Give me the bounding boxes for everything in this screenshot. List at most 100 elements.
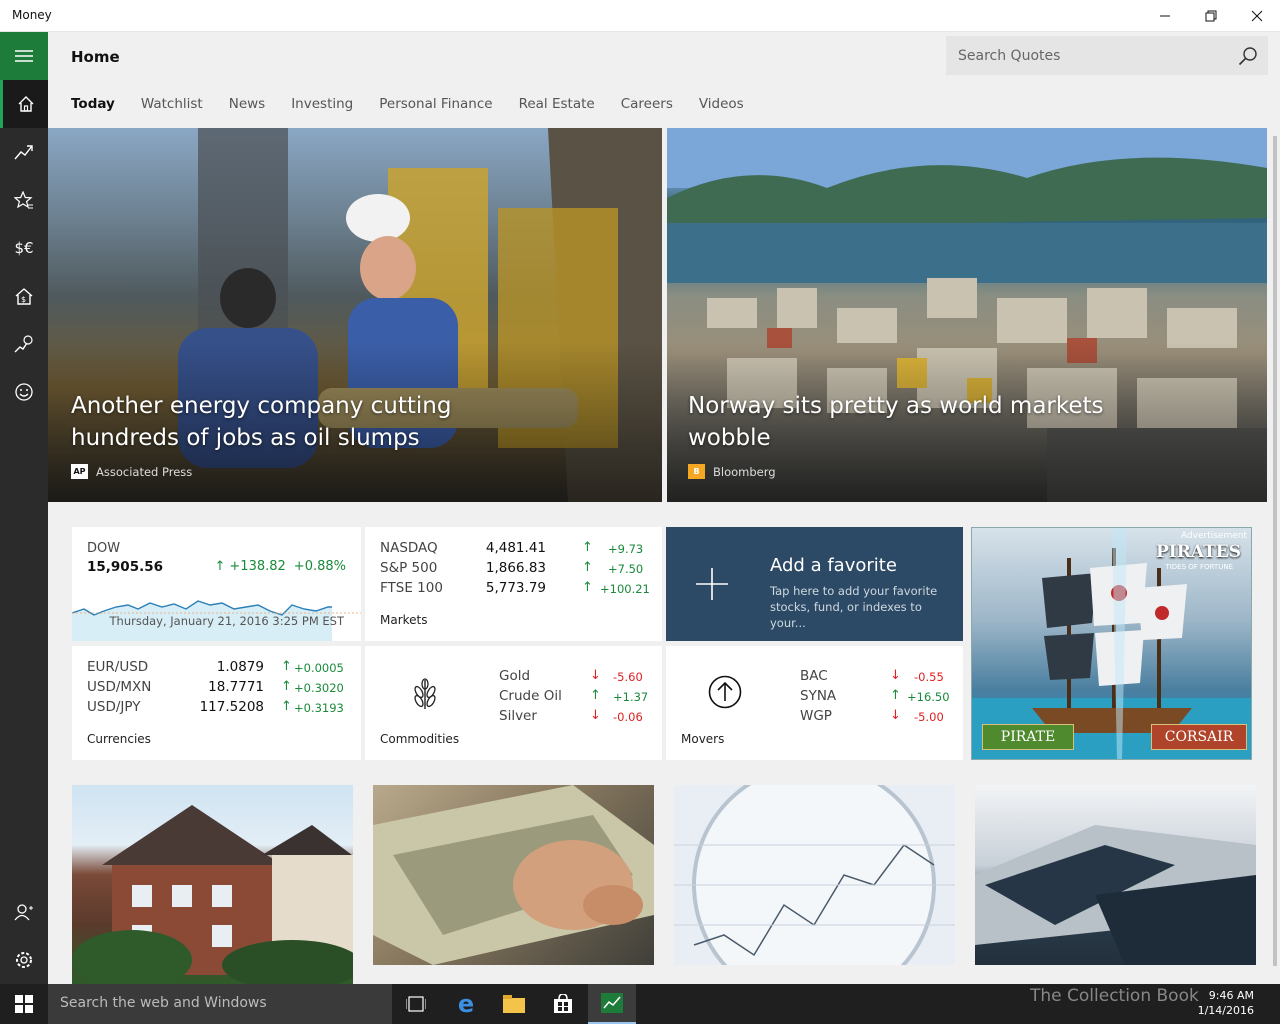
file-explorer-button[interactable] [490,984,538,1024]
arrow-up-icon: ↑ [281,659,292,674]
story-image-dollar-bills [373,785,654,984]
commodity-row[interactable]: Gold ↓ -5.60 [499,668,649,688]
tab-videos[interactable]: Videos [699,96,744,116]
main-content: Home Today Watchlist News Investing Pers… [48,32,1280,984]
hamburger-menu-button[interactable] [0,32,48,80]
currencies-tile[interactable]: EUR/USD 1.0879 ↑ +0.0005 USD/MXN 18.7771… [72,646,361,760]
scrollbar-thumb[interactable] [1273,136,1277,966]
hamburger-icon [15,50,33,62]
search-icon[interactable] [1238,46,1258,70]
hero-headline[interactable]: Another energy company cutting hundreds … [71,390,491,454]
tab-today[interactable]: Today [71,96,115,116]
ad-label: Advertisement [1180,531,1247,541]
story-tile-money[interactable] [373,785,654,984]
sidebar-item-markets[interactable] [0,128,48,176]
task-view-button[interactable] [392,984,440,1024]
story-tile-house[interactable] [72,785,353,984]
page-title: Home [71,48,120,66]
sidebar-item-account[interactable] [0,888,48,936]
money-app-taskbar-button[interactable] [588,984,636,1024]
sidebar-item-feedback[interactable] [0,368,48,416]
search-quotes-input[interactable] [946,36,1226,75]
market-row-ftse[interactable]: FTSE 100 5,773.79 ↑ +100.21 [380,580,650,600]
movers-tile[interactable]: BAC ↓ -0.55 SYNA ↑ +16.50 WGP ↓ -5.00 Mo… [666,646,963,760]
vertical-scrollbar[interactable] [1270,128,1280,984]
dow-change-pct: +0.88% [293,559,346,574]
tab-investing[interactable]: Investing [291,96,353,116]
tab-personal-finance[interactable]: Personal Finance [379,96,492,116]
hero-story-oil-jobs[interactable]: Another energy company cutting hundreds … [48,128,662,502]
mover-row[interactable]: BAC ↓ -0.55 [800,668,950,688]
tab-news[interactable]: News [229,96,265,116]
markets-tile[interactable]: NASDAQ 4,481.41 ↑ +9.73 S&P 500 1,866.83… [365,527,662,641]
commodity-row[interactable]: Crude Oil ↑ +1.37 [499,688,649,708]
dow-tile[interactable]: DOW 15,905.56 ↑ +138.82 +0.88% Thursday,… [72,527,361,641]
commodities-tile[interactable]: Gold ↓ -5.60 Crude Oil ↑ +1.37 Silver ↓ … [365,646,662,760]
commodity-row[interactable]: Silver ↓ -0.06 [499,708,649,728]
sidebar-item-world-markets[interactable] [0,320,48,368]
watermark-text: The Collection Book [1030,986,1199,1006]
minimize-button[interactable] [1142,0,1188,32]
arrow-up-icon: ↑ [214,559,226,574]
markets-list: NASDAQ 4,481.41 ↑ +9.73 S&P 500 1,866.83… [380,540,650,600]
world-markets-icon [14,335,33,353]
arrow-up-icon: ↑ [590,688,601,703]
hero-headline[interactable]: Norway sits pretty as world markets wobb… [688,390,1108,454]
bloomberg-logo-icon: B [688,464,705,479]
movers-list: BAC ↓ -0.55 SYNA ↑ +16.50 WGP ↓ -5.00 [800,668,950,728]
story-image-magnifier-chart [674,785,955,984]
story-tile-cars[interactable] [975,785,1256,984]
tab-careers[interactable]: Careers [621,96,673,116]
advertisement-tile[interactable]: Advertisement PIRATES TIDES OF FORTUNE P… [971,527,1252,760]
restore-icon [1205,10,1217,22]
tab-real-estate[interactable]: Real Estate [519,96,595,116]
folder-icon [503,995,525,1013]
arrow-down-icon: ↓ [590,708,601,723]
close-button[interactable] [1234,0,1280,32]
search-quotes-box[interactable] [946,36,1268,75]
ad-pirate-button[interactable]: PIRATE [982,724,1074,750]
sidebar-item-currencies[interactable]: $€ [0,224,48,272]
system-clock[interactable]: 9:46 AM 1/14/2016 [1198,988,1254,1018]
watchlist-icon [14,191,33,209]
markets-label: Markets [380,613,428,627]
sidebar-item-home[interactable] [0,80,48,128]
sidebar-item-real-estate[interactable]: $ [0,272,48,320]
edge-browser-button[interactable]: e [442,984,490,1024]
currency-row[interactable]: USD/MXN 18.7771 ↑ +0.3020 [87,679,352,699]
story-image-parked-cars [975,825,1256,984]
tab-bar: Today Watchlist News Investing Personal … [71,96,770,116]
mover-row[interactable]: WGP ↓ -5.00 [800,708,950,728]
start-button[interactable] [0,984,48,1024]
story-tile-chart[interactable] [674,785,955,984]
story-image-brick-house [72,805,353,984]
restore-button[interactable] [1188,0,1234,32]
minimize-icon [1160,15,1170,17]
arrow-up-icon: ↑ [281,699,292,714]
taskbar-search-box[interactable]: Search the web and Windows [48,984,392,1024]
task-view-icon [406,996,426,1012]
sidebar-item-watchlist[interactable] [0,176,48,224]
wheat-icon [414,678,436,709]
sidebar-item-settings[interactable] [0,936,48,984]
arrow-up-circle-icon [708,675,742,709]
currency-row[interactable]: USD/JPY 117.5208 ↑ +0.3193 [87,699,352,719]
market-row-nasdaq[interactable]: NASDAQ 4,481.41 ↑ +9.73 [380,540,650,560]
arrow-down-icon: ↓ [590,668,601,683]
plus-icon [696,568,728,600]
add-favorite-tile[interactable]: Add a favorite Tap here to add your favo… [666,527,963,641]
ad-corsair-button[interactable]: CORSAIR [1151,724,1247,750]
movers-label: Movers [681,732,725,746]
market-row-sp500[interactable]: S&P 500 1,866.83 ↑ +7.50 [380,560,650,580]
nav-sidebar: $€ $ [0,32,48,984]
store-button[interactable] [539,984,587,1024]
dow-date: Thursday, January 21, 2016 3:25 PM EST [109,614,345,628]
tab-watchlist[interactable]: Watchlist [141,96,203,116]
currency-row[interactable]: EUR/USD 1.0879 ↑ +0.0005 [87,659,352,679]
arrow-up-icon: ↑ [582,580,593,595]
account-icon [14,904,33,921]
mover-row[interactable]: SYNA ↑ +16.50 [800,688,950,708]
money-app-icon [601,993,623,1013]
hero-story-norway[interactable]: Norway sits pretty as world markets wobb… [667,128,1267,502]
svg-text:$: $ [21,295,26,304]
